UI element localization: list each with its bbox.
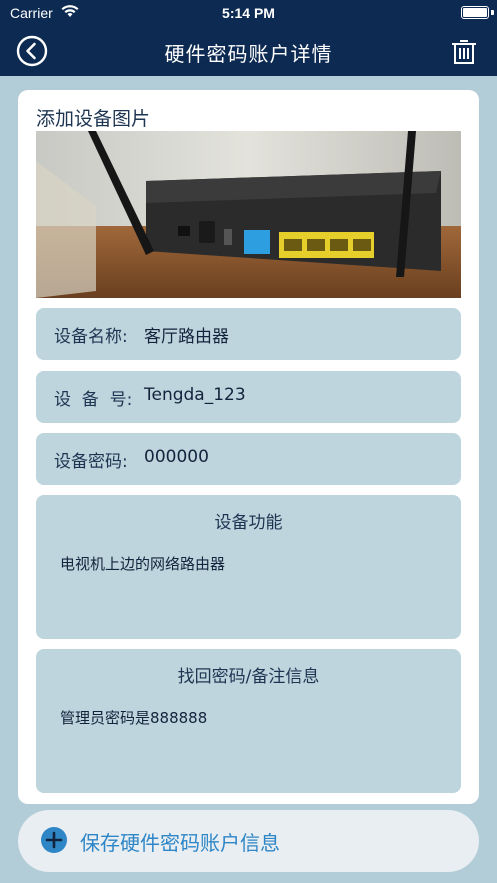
nav-bar: 硬件密码账户详情: [0, 26, 497, 76]
plus-circle-icon: [41, 827, 67, 853]
device-password-label: 设备密码:: [54, 452, 128, 472]
battery-icon: [461, 6, 489, 19]
device-detail-card: 添加设备图片 设备名称: 客厅路由器 设 备 号: Tengda_123 设备密…: [18, 90, 479, 804]
trash-icon: [452, 40, 476, 64]
delete-button[interactable]: [449, 36, 479, 66]
battery-tip: [491, 10, 494, 15]
device-name-label: 设备名称:: [54, 327, 128, 347]
device-photo[interactable]: [36, 131, 461, 298]
back-button[interactable]: [16, 35, 48, 67]
add-photo-label[interactable]: 添加设备图片: [36, 104, 150, 131]
device-name-field[interactable]: 设备名称: 客厅路由器: [36, 308, 461, 360]
status-bar: Carrier 5:14 PM: [0, 0, 497, 26]
device-function-text: 电视机上边的网络路由器: [60, 555, 226, 573]
status-time: 5:14 PM: [222, 5, 275, 21]
device-password-value: 000000: [144, 447, 209, 467]
recovery-notes-heading: 找回密码/备注信息: [177, 667, 320, 687]
recovery-notes-text: 管理员密码是888888: [60, 709, 208, 727]
save-button-label: 保存硬件密码账户信息: [80, 831, 280, 855]
device-function-heading: 设备功能: [214, 513, 283, 533]
device-number-value: Tengda_123: [144, 385, 246, 405]
page-title: 硬件密码账户详情: [164, 42, 333, 66]
device-password-field[interactable]: 设备密码: 000000: [36, 433, 461, 485]
device-name-value: 客厅路由器: [144, 327, 229, 347]
device-number-field[interactable]: 设 备 号: Tengda_123: [36, 371, 461, 423]
save-button[interactable]: 保存硬件密码账户信息: [18, 810, 479, 872]
recovery-notes-textarea[interactable]: 找回密码/备注信息 管理员密码是888888: [36, 649, 461, 793]
back-circle-icon: [16, 35, 48, 67]
device-number-label: 设 备 号:: [54, 390, 133, 410]
device-function-textarea[interactable]: 设备功能 电视机上边的网络路由器: [36, 495, 461, 639]
